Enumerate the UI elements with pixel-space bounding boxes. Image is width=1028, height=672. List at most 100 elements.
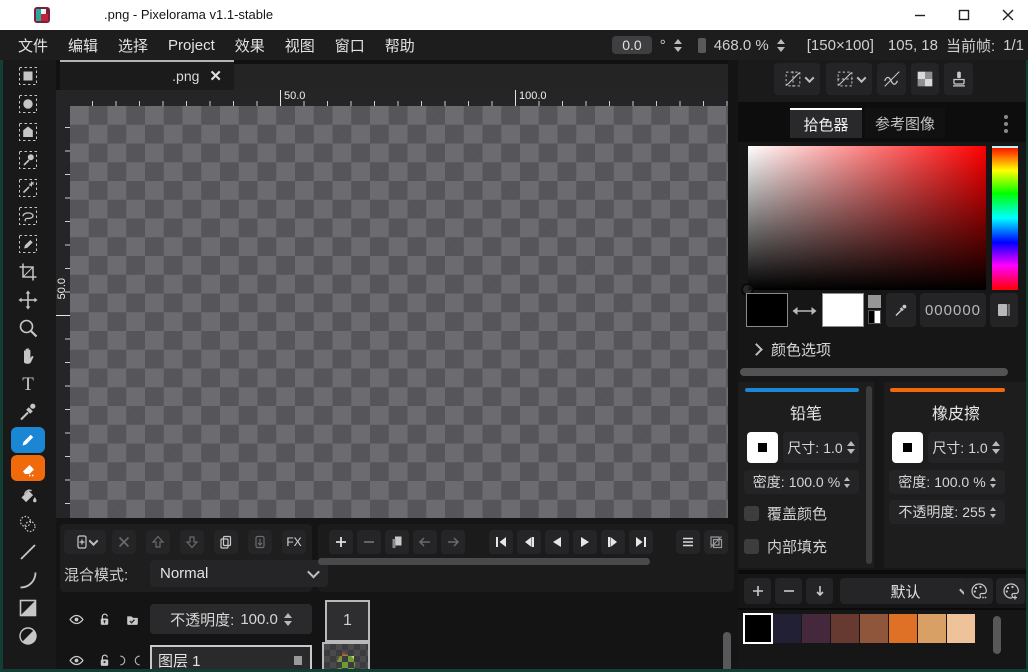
eraser-brush-swatch[interactable] [892, 432, 923, 463]
saturation-value-square[interactable] [748, 146, 986, 290]
tab-color-picker[interactable]: 拾色器 [790, 108, 862, 138]
palette-swatch[interactable] [831, 614, 859, 643]
menu-item-edit[interactable]: 编辑 [58, 35, 108, 56]
hue-slider[interactable] [992, 146, 1018, 290]
swap-colors-icon[interactable] [791, 304, 818, 322]
eraser-density-box[interactable]: 密度: 100.0 % [889, 470, 1005, 494]
layer-visibility-icon[interactable] [64, 607, 88, 631]
layers-vscrollbar[interactable] [723, 632, 731, 672]
play-backwards-button[interactable] [545, 530, 569, 554]
layer-opacity-spinner[interactable] [284, 613, 292, 626]
pencil-panel-scrollbar[interactable] [866, 386, 872, 564]
palette-swatch[interactable] [918, 614, 946, 643]
right-color-swatch[interactable] [822, 293, 864, 327]
menu-item-effects[interactable]: 效果 [225, 35, 275, 56]
previous-frame-button[interactable] [517, 530, 541, 554]
menu-item-help[interactable]: 帮助 [375, 35, 425, 56]
eraser-opacity-spinner[interactable] [990, 507, 996, 518]
zoom-tool[interactable] [8, 315, 48, 341]
eraser-tool[interactable] [11, 455, 45, 481]
rectangle-shape-tool[interactable] [8, 595, 48, 621]
tab-close-icon[interactable]: ✕ [209, 67, 222, 85]
zoom-value[interactable]: 468.0 % [714, 37, 769, 54]
transparent-background-button[interactable] [911, 63, 939, 95]
line-tool[interactable] [8, 539, 48, 565]
menu-item-file[interactable]: 文件 [8, 35, 58, 56]
move-frame-right-button[interactable] [441, 530, 465, 554]
palette-swatch[interactable] [860, 614, 888, 643]
zoom-slider-handle[interactable] [698, 38, 706, 53]
minimize-button[interactable] [900, 0, 940, 30]
dynamics-button[interactable] [877, 63, 906, 95]
color-select-tool[interactable] [8, 147, 48, 173]
play-forward-button[interactable] [573, 530, 597, 554]
clone-layer-button[interactable] [214, 530, 238, 554]
next-frame-button[interactable] [601, 530, 625, 554]
lasso-select-tool[interactable] [8, 203, 48, 229]
pencil-tool[interactable] [11, 427, 45, 453]
color-mode-button[interactable] [990, 293, 1018, 327]
pencil-size-box[interactable]: 尺寸: 1.0 [783, 432, 859, 463]
shading-tool[interactable] [8, 511, 48, 537]
vertical-mirror-button[interactable] [826, 63, 872, 95]
ellipse-shape-tool[interactable] [8, 623, 48, 649]
palette-swatch[interactable] [773, 614, 801, 643]
polygon-select-tool[interactable] [8, 119, 48, 145]
onion-skinning-button[interactable] [704, 530, 728, 554]
add-palette-color-button[interactable] [744, 578, 771, 604]
palette-swatch[interactable] [744, 614, 772, 643]
layer-lock-icon[interactable] [92, 607, 116, 631]
delete-layer-button[interactable] [112, 530, 136, 554]
pencil-density-box[interactable]: 密度: 100.0 % [744, 470, 859, 494]
layer-cel-link-icon[interactable] [120, 607, 144, 631]
blend-mode-dropdown[interactable]: Normal [150, 560, 328, 587]
document-tab[interactable]: .png ✕ [60, 60, 234, 90]
layer-fx-button[interactable]: FX [282, 530, 306, 554]
add-frame-button[interactable] [329, 530, 353, 554]
remove-frame-button[interactable] [357, 530, 381, 554]
checkbox-icon[interactable] [744, 539, 759, 554]
color-picker-tool[interactable] [8, 399, 48, 425]
sort-palette-button[interactable] [806, 578, 833, 604]
edit-palette-button[interactable] [964, 578, 993, 604]
checkbox-icon[interactable] [744, 506, 759, 521]
paint-select-tool[interactable] [8, 231, 48, 257]
overwrite-color-checkbox[interactable]: 覆盖颜色 [744, 503, 827, 524]
title-bar[interactable]: .png - Pixelorama v1.1-stable [0, 0, 1028, 30]
new-palette-button[interactable] [996, 578, 1025, 604]
last-frame-button[interactable] [629, 530, 653, 554]
move-tool[interactable] [8, 287, 48, 313]
add-layer-button[interactable] [64, 530, 106, 554]
maximize-button[interactable] [944, 0, 984, 30]
clone-frame-button[interactable] [385, 530, 409, 554]
ellipse-select-tool[interactable] [8, 91, 48, 117]
zoom-spinner[interactable] [777, 39, 785, 52]
palette-vscrollbar[interactable] [993, 616, 1001, 654]
palette-swatch[interactable] [802, 614, 830, 643]
move-layer-up-button[interactable] [146, 530, 170, 554]
frame-header-button[interactable]: 1 [325, 600, 370, 642]
palette-swatch[interactable] [889, 614, 917, 643]
rotation-spinner[interactable] [674, 39, 682, 52]
hex-color-input[interactable]: 000000 [920, 293, 986, 327]
layer-opacity-box[interactable]: 不透明度: 100.0 [150, 604, 312, 634]
layer-name-field[interactable]: 图层 1 [150, 645, 312, 672]
palette-swatch[interactable] [947, 614, 975, 643]
close-button[interactable] [988, 0, 1028, 30]
move-frame-left-button[interactable] [413, 530, 437, 554]
pan-tool[interactable] [8, 343, 48, 369]
panel-menu-icon[interactable] [1004, 115, 1008, 133]
black-white-swatch-icon[interactable] [868, 310, 881, 324]
text-tool[interactable]: T [8, 371, 48, 397]
pencil-brush-swatch[interactable] [747, 432, 778, 463]
menu-item-window[interactable]: 窗口 [325, 35, 375, 56]
canvas[interactable] [70, 106, 728, 518]
left-color-swatch[interactable] [746, 293, 788, 327]
merge-layer-button[interactable] [248, 530, 272, 554]
menu-item-view[interactable]: 视图 [275, 35, 325, 56]
screen-color-picker-button[interactable] [886, 293, 916, 327]
crop-tool[interactable] [8, 259, 48, 285]
curve-tool[interactable] [8, 567, 48, 593]
eraser-opacity-box[interactable]: 不透明度: 255 [889, 500, 1005, 524]
stamp-button[interactable] [944, 63, 973, 95]
